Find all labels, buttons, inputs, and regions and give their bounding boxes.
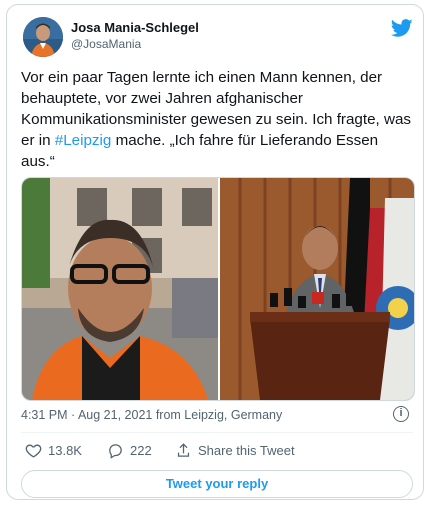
info-icon[interactable]: i [393, 406, 409, 422]
press-conference-photo-icon [220, 178, 414, 400]
like-count: 13.8K [48, 443, 82, 458]
tweet-your-reply-button[interactable]: Tweet your reply [21, 470, 413, 498]
share-button[interactable]: Share this Tweet [175, 442, 295, 459]
tweet-media[interactable] [21, 177, 415, 401]
media-photo-right[interactable] [218, 178, 414, 400]
share-upload-icon [177, 443, 190, 457]
share-label: Share this Tweet [198, 443, 295, 458]
author-handle[interactable]: @JosaMania [71, 37, 141, 51]
tweet-actions: 13.8K 222 Share this Tweet [21, 442, 413, 464]
selfie-photo-icon [22, 178, 218, 400]
divider [21, 432, 413, 433]
reply-count: 222 [130, 443, 152, 458]
heart-icon [25, 444, 42, 458]
tweet-text: Vor ein paar Tagen lernte ich einen Mann… [21, 67, 413, 172]
tweet-card: Josa Mania-Schlegel @JosaMania Vor ein p… [6, 4, 424, 500]
reply-count-button[interactable]: 222 [107, 442, 152, 459]
author-name[interactable]: Josa Mania-Schlegel [71, 20, 199, 35]
media-photo-left[interactable] [22, 178, 218, 400]
like-button[interactable]: 13.8K [25, 442, 82, 459]
twitter-bird-icon[interactable] [391, 17, 413, 39]
author-avatar[interactable] [23, 17, 63, 57]
reply-bubble-icon [109, 444, 122, 459]
hashtag-link[interactable]: #Leipzig [55, 132, 112, 149]
tweet-timestamp[interactable]: 4:31 PM · Aug 21, 2021 from Leipzig, Ger… [21, 408, 282, 422]
